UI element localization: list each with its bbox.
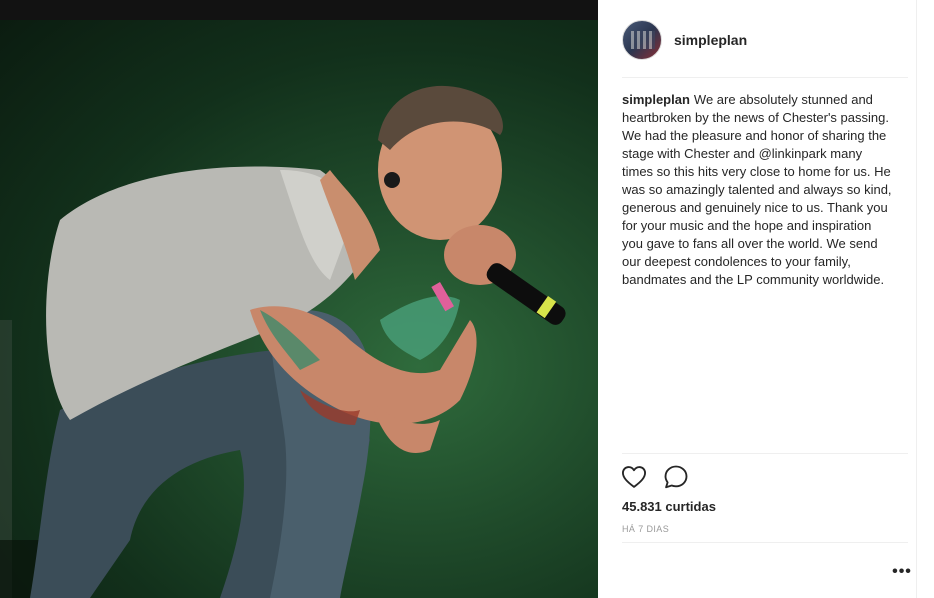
singer-illustration: [0, 85, 566, 598]
right-scroll-edge: [916, 0, 934, 598]
post-photo-panel: [0, 0, 598, 598]
likes-count[interactable]: 45.831 curtidas: [622, 499, 716, 514]
post-photo[interactable]: [0, 20, 598, 598]
actions-top-divider: [622, 453, 908, 454]
header-username-link[interactable]: simpleplan: [674, 32, 747, 48]
post-header: simpleplan: [622, 20, 908, 60]
post-caption: simpleplan We are absolutely stunned and …: [622, 91, 892, 289]
avatar[interactable]: [622, 20, 662, 60]
comment-divider: [622, 542, 908, 543]
post-timestamp[interactable]: HÁ 7 DIAS: [622, 524, 669, 534]
comment-icon[interactable]: [662, 463, 690, 491]
header-divider: [622, 77, 908, 78]
caption-text: We are absolutely stunned and heartbroke…: [622, 92, 892, 287]
photo-top-bar: [0, 0, 598, 20]
more-options-icon[interactable]: •••: [890, 562, 914, 582]
heart-icon[interactable]: [620, 463, 648, 491]
caption-username-link[interactable]: simpleplan: [622, 92, 690, 107]
post-actions: [620, 463, 704, 491]
post-details-panel: simpleplan simpleplan We are absolutely s…: [598, 0, 934, 598]
